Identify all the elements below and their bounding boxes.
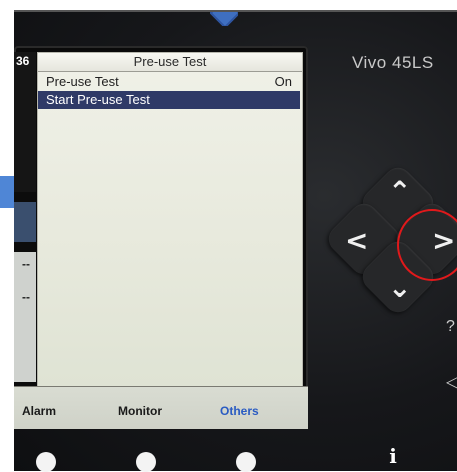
highlight-circle — [397, 209, 457, 281]
hardware-button[interactable] — [36, 452, 56, 472]
top-pointer-icon — [210, 12, 238, 26]
menu-item-start-pre-use-test[interactable]: Start Pre-use Test — [38, 91, 300, 109]
info-icon[interactable]: i — [382, 444, 404, 472]
chevron-down-icon: ⌄ — [388, 271, 412, 304]
help-icon: ? — [446, 318, 455, 335]
hardware-button[interactable] — [236, 452, 256, 472]
chevron-left-icon: < — [345, 224, 369, 257]
screen-id-fragment: 36 — [16, 54, 30, 68]
tab-monitor[interactable]: Monitor — [118, 404, 162, 418]
background-screen-strip: -- -- — [14, 52, 36, 386]
dialog-title: Pre-use Test — [38, 53, 302, 72]
pre-use-test-dialog: Pre-use Test Pre-use Test On Start Pre-u… — [37, 52, 303, 387]
bottom-tab-bar: Alarm Monitor Others — [14, 386, 308, 429]
tab-others[interactable]: Others — [220, 404, 259, 418]
menu-item-value: On — [274, 74, 292, 89]
hardware-button[interactable] — [136, 452, 156, 472]
chevron-up-icon: ⌃ — [388, 175, 412, 208]
menu-item-label: Start Pre-use Test — [46, 92, 150, 107]
dash-value: -- — [22, 257, 30, 271]
menu-item-label: Pre-use Test — [46, 74, 119, 89]
menu-item-pre-use-test[interactable]: Pre-use Test On — [38, 73, 300, 91]
dash-value: -- — [22, 290, 30, 304]
speaker-icon: ◁ — [446, 374, 457, 391]
brand-label: Vivo 45LS — [352, 53, 434, 72]
tab-alarm[interactable]: Alarm — [22, 404, 56, 418]
